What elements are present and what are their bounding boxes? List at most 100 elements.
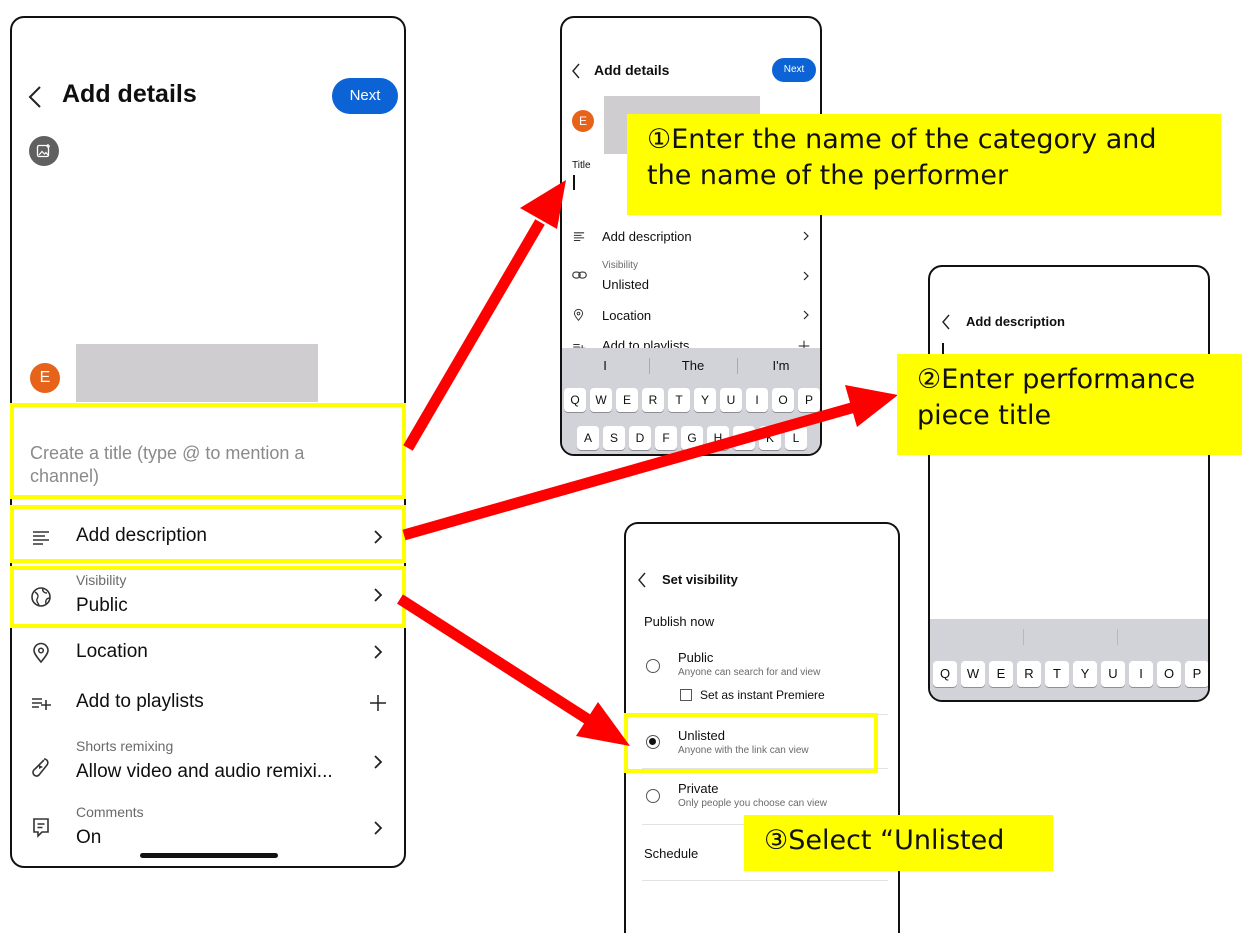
key[interactable]: T [668,388,690,412]
key[interactable]: H [707,426,729,450]
key[interactable]: G [681,426,703,450]
key[interactable]: O [1157,661,1181,687]
key[interactable]: Q [564,388,586,412]
key[interactable]: P [1185,661,1208,687]
key[interactable]: L [785,426,807,450]
chevron-right-icon[interactable] [802,309,810,321]
instant-premiere-checkbox[interactable] [680,689,692,701]
thumbnail-button[interactable] [29,136,59,166]
key[interactable]: O [772,388,794,412]
comments-row[interactable]: On [76,827,101,849]
shorts-remixing-sublabel: Shorts remixing [76,738,174,754]
shorts-remixing-row[interactable]: Allow video and audio remixi... [76,761,333,783]
key[interactable]: F [655,426,677,450]
key[interactable]: S [603,426,625,450]
key[interactable]: E [989,661,1013,687]
location-row[interactable]: Location [602,308,651,323]
callout-step-2: ②Enter performance piece title [897,354,1242,455]
title-input-highlight [10,403,406,499]
suggestion-divider [1023,629,1024,645]
back-icon[interactable] [636,571,648,589]
keyboard-suggestion[interactable]: I'm [738,358,820,373]
chevron-right-icon[interactable] [802,230,810,242]
add-image-icon [36,143,52,159]
comments-sublabel: Comments [76,804,144,820]
playlist-add-icon [30,692,52,714]
page-title: Add details [594,62,670,78]
text-cursor[interactable] [573,175,575,190]
description-icon [572,229,586,243]
remix-icon [30,756,52,778]
instant-premiere-label[interactable]: Set as instant Premiere [700,688,825,702]
key[interactable]: A [577,426,599,450]
chevron-right-icon[interactable] [802,270,810,282]
divider [642,880,888,881]
key[interactable]: T [1045,661,1069,687]
schedule-row[interactable]: Schedule [644,846,698,861]
chevron-right-icon[interactable] [372,819,384,837]
key[interactable]: I [746,388,768,412]
add-description-highlight [10,505,406,563]
avatar: E [572,110,594,132]
key[interactable]: Y [1073,661,1097,687]
key[interactable]: W [961,661,985,687]
key[interactable]: E [616,388,638,412]
key[interactable]: W [590,388,612,412]
add-description-screen: Add description Q W E R T Y U I O P [928,265,1210,702]
location-row[interactable]: Location [76,641,148,663]
suggestion-divider [649,358,650,374]
keyboard-suggestion[interactable]: I [562,358,648,373]
next-button[interactable]: Next [332,78,398,114]
key[interactable]: U [1101,661,1125,687]
key[interactable]: J [733,426,755,450]
arrow-to-title [403,180,566,451]
private-option-label[interactable]: Private [678,781,718,796]
public-option-description: Anyone can search for and view [678,667,821,678]
private-radio[interactable] [646,789,660,803]
key[interactable]: I [1129,661,1153,687]
key[interactable]: K [759,426,781,450]
add-description-row[interactable]: Add description [602,229,692,244]
location-pin-icon [30,642,52,664]
key[interactable]: P [798,388,820,412]
keyboard: Q W E R T Y U I O P [930,619,1208,700]
suggestion-divider [1117,629,1118,645]
chevron-right-icon[interactable] [372,643,384,661]
private-option-description: Only people you choose can view [678,798,827,809]
link-icon [572,270,587,280]
location-pin-icon [572,308,585,322]
visibility-highlight [10,566,406,628]
add-to-playlists-row[interactable]: Add to playlists [76,691,204,713]
keyboard-suggestion[interactable]: The [650,358,736,373]
publish-now-heading: Publish now [644,614,715,629]
chevron-right-icon[interactable] [372,753,384,771]
title-field-label: Title [572,160,591,171]
key[interactable]: R [642,388,664,412]
public-option-label[interactable]: Public [678,650,713,665]
channel-name-redacted [76,344,318,402]
plus-icon[interactable] [369,694,387,712]
unlisted-highlight [624,713,878,773]
add-details-title-screen: Add details Next E Title Add description… [560,16,822,456]
visibility-sublabel: Visibility [602,260,638,271]
visibility-row[interactable]: Unlisted [602,277,649,292]
callout-step-1: ①Enter the name of the category and the … [627,114,1221,215]
avatar: E [30,363,60,393]
next-button[interactable]: Next [772,58,816,82]
key[interactable]: Y [694,388,716,412]
key[interactable]: R [1017,661,1041,687]
public-radio[interactable] [646,659,660,673]
page-title: Set visibility [662,572,738,587]
callout-step-3: ③Select “Unlisted [744,815,1053,871]
arrow-to-visibility [397,594,630,746]
key[interactable]: D [629,426,651,450]
back-icon[interactable] [26,84,46,110]
page-title: Add details [62,80,197,108]
home-indicator [140,853,278,858]
key[interactable]: U [720,388,742,412]
back-icon[interactable] [570,62,582,80]
comments-icon [30,816,52,838]
back-icon[interactable] [940,313,952,331]
key[interactable]: Q [933,661,957,687]
page-title: Add description [966,314,1065,329]
